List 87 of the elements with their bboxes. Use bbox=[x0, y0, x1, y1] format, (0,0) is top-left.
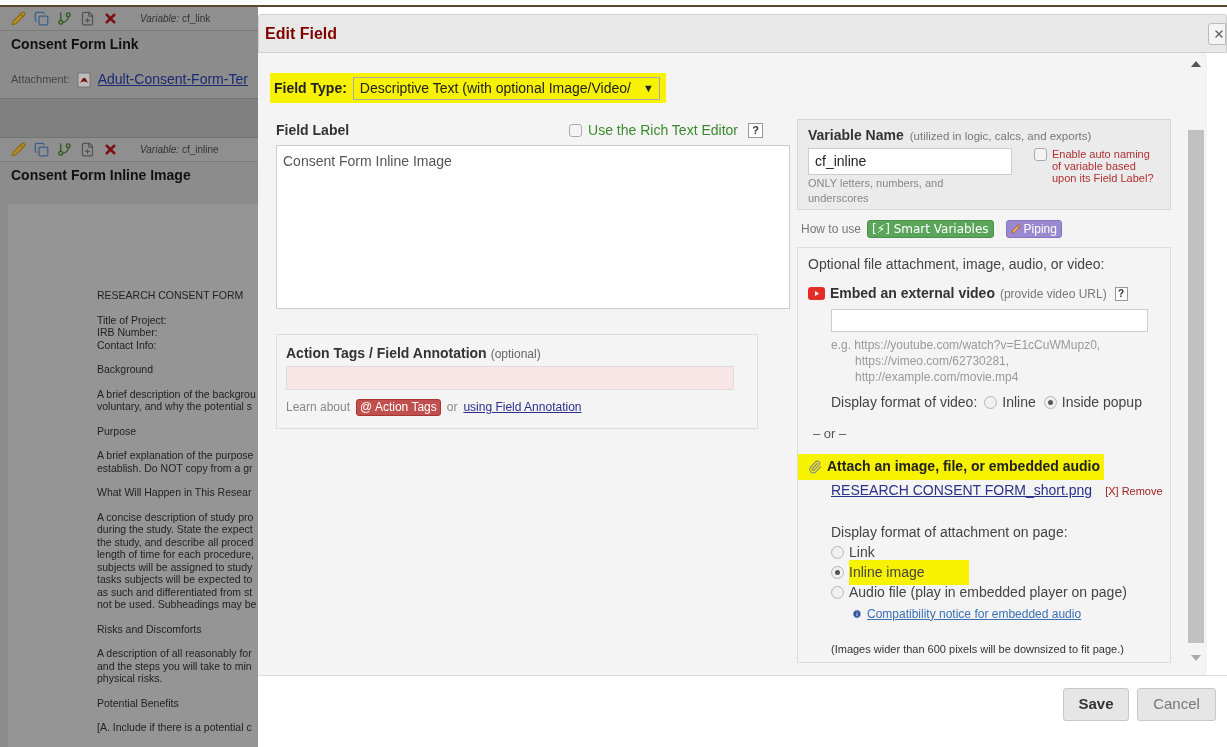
close-icon[interactable] bbox=[1213, 27, 1225, 40]
document-paragraph: Background bbox=[97, 363, 155, 376]
field-annotation-link[interactable]: using Field Annotation bbox=[463, 398, 582, 416]
video-note: (provide video URL) bbox=[999, 285, 1107, 303]
radio-button[interactable] bbox=[984, 396, 998, 409]
radio-button[interactable] bbox=[831, 546, 844, 559]
document-paragraph: A description of all reasonably for and the steps you will take to min physical risks. bbox=[97, 647, 253, 685]
document-paragraph: Risks and Discomforts bbox=[97, 622, 203, 635]
info-icon bbox=[852, 608, 862, 619]
radio-button[interactable] bbox=[831, 586, 844, 599]
field-type-select[interactable]: Descriptive Text (with optional Image/Video/ ▼ bbox=[352, 76, 660, 100]
document-paragraph: RESEARCH CONSENT FORM bbox=[97, 289, 245, 302]
or-text: or bbox=[446, 399, 458, 416]
checkbox[interactable] bbox=[1034, 148, 1047, 161]
document-paragraph: A brief description of the backgrou voluntary, and why the potential s bbox=[97, 387, 257, 413]
radio-label[interactable]: Inside popup bbox=[1061, 392, 1142, 413]
delete-icon[interactable] bbox=[103, 11, 118, 26]
variable-name-note: (utilized in logic, calcs, and exports) bbox=[909, 129, 1092, 144]
document-paragraph: What Will Happen in This Resear bbox=[97, 486, 253, 499]
document-paragraph: A brief explanation of the purpose establish. Do NOT copy from a gr bbox=[97, 449, 255, 474]
document-paragraph: Purpose bbox=[97, 424, 138, 437]
rich-text-label[interactable]: Use the Rich Text Editor bbox=[588, 119, 738, 141]
cancel-button[interactable]: Cancel bbox=[1137, 688, 1216, 721]
remove-link[interactable]: [X] Remove bbox=[1105, 482, 1163, 499]
radio-label[interactable]: Audio file (play in embedded player on page) bbox=[849, 582, 1127, 603]
video-format-label: Display format of video: bbox=[831, 393, 978, 412]
action-tags-input[interactable] bbox=[286, 366, 734, 390]
attachment-label: Attachment: bbox=[11, 72, 70, 88]
add-page-icon[interactable] bbox=[80, 11, 95, 26]
radio-label[interactable]: Inline bbox=[1002, 392, 1036, 413]
pencil-icon bbox=[1010, 224, 1021, 234]
help-button[interactable]: ? bbox=[748, 122, 763, 138]
attachment-heading: Optional file attachment, image, audio, or video: bbox=[808, 255, 1106, 274]
radio-label[interactable]: Inline image bbox=[849, 560, 969, 585]
variable-name-input[interactable]: cf_inline bbox=[808, 148, 1012, 175]
dialog-title: Edit Field bbox=[265, 23, 338, 44]
learn-about-text: Learn about bbox=[286, 399, 351, 416]
delete-icon[interactable] bbox=[103, 142, 118, 157]
document-paragraph: [A. Include if there is a potential c bbox=[97, 721, 253, 734]
variable-name-hint: ONLY letters, numbers, and underscores bbox=[808, 176, 945, 206]
variable-label: Variable: cf_inline bbox=[140, 143, 219, 157]
attach-heading: Attach an image, file, or embedded audio bbox=[827, 457, 1101, 476]
field-title: Consent Form Link bbox=[10, 35, 140, 54]
attached-file-link[interactable]: RESEARCH CONSENT FORM_short.png bbox=[831, 479, 1093, 501]
action-tags-heading: Action Tags / Field Annotation bbox=[286, 344, 487, 363]
radio-button[interactable] bbox=[831, 566, 844, 579]
video-play-icon bbox=[808, 287, 825, 300]
variable-name-heading: Variable Name bbox=[808, 126, 904, 145]
add-page-icon[interactable] bbox=[80, 142, 95, 157]
attachment-link[interactable]: Adult-Consent-Form-Ter bbox=[97, 69, 248, 90]
paperclip-icon bbox=[808, 459, 822, 474]
image-size-note: (Images wider than 600 pixels will be downsized to fit page.) bbox=[831, 641, 1125, 657]
optional-note: (optional) bbox=[490, 346, 541, 363]
pdf-icon bbox=[75, 71, 92, 88]
scrollbar[interactable] bbox=[1185, 53, 1207, 675]
field-type-label: Field Type: bbox=[274, 78, 347, 98]
field-title: Consent Form Inline Image bbox=[10, 166, 192, 185]
copy-icon[interactable] bbox=[34, 142, 49, 157]
field-label-heading: Field Label bbox=[276, 120, 351, 140]
copy-icon[interactable] bbox=[34, 11, 49, 26]
pencil-icon[interactable] bbox=[11, 11, 26, 26]
video-url-input[interactable] bbox=[831, 309, 1148, 332]
document-paragraph: Potential Benefits bbox=[97, 696, 180, 709]
branch-icon[interactable] bbox=[57, 142, 72, 157]
action-tags-button[interactable]: @ Action Tags bbox=[356, 398, 441, 416]
or-separator: – or – bbox=[813, 425, 848, 443]
close-button[interactable] bbox=[1208, 22, 1226, 45]
variable-label: Variable: cf_link bbox=[140, 12, 211, 26]
document-paragraph: A concise description of study pro during the study. State the expect the study, and describe all proced length of time for each procedure, subjects will be assigned to study tasks subjects will be expected to as such and differentiated from st not be used. Subheadings may be bbox=[97, 510, 258, 611]
document-paragraph: Title of Project: IRB Number: Contact Info: bbox=[97, 313, 168, 351]
pencil-icon[interactable] bbox=[11, 142, 26, 157]
help-button[interactable]: ? bbox=[1114, 286, 1128, 301]
save-button[interactable]: Save bbox=[1063, 688, 1129, 721]
checkbox[interactable] bbox=[569, 123, 583, 137]
scroll-up-icon[interactable] bbox=[1191, 61, 1201, 67]
how-to-use-text: How to use bbox=[801, 221, 862, 238]
radio-button[interactable] bbox=[1043, 396, 1057, 409]
auto-naming-label[interactable]: Enable auto naming of variable based upon its Field Label? bbox=[1052, 148, 1160, 184]
attachment-format-label: Display format of attachment on page: bbox=[831, 522, 1069, 542]
field-label-input[interactable]: Consent Form Inline Image bbox=[276, 145, 790, 309]
scroll-down-icon[interactable] bbox=[1191, 655, 1201, 661]
video-heading: Embed an external video bbox=[830, 284, 995, 303]
compatibility-link[interactable]: Compatibility notice for embedded audio bbox=[867, 604, 1082, 623]
scrollbar-thumb[interactable] bbox=[1188, 130, 1204, 643]
radio-label[interactable]: Link bbox=[849, 542, 875, 563]
branch-icon[interactable] bbox=[57, 11, 72, 26]
video-url-example: e.g. https://youtube.com/watch?v=E1cCuWMupz0, https://vimeo.com/62730281, http://example.com/movie.mp4 bbox=[831, 337, 1102, 385]
